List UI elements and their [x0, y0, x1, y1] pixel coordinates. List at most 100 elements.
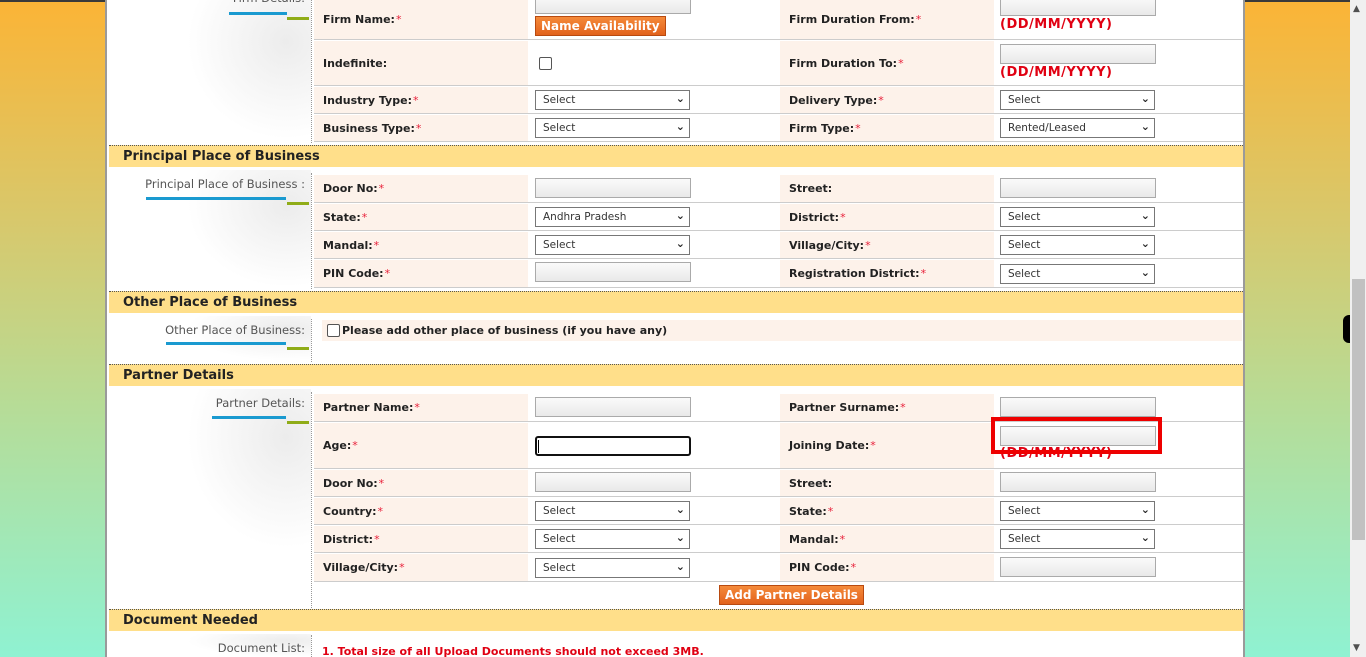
partner-district-label: District: * [314, 526, 528, 552]
district-select[interactable]: Select ⌄ [1000, 207, 1155, 227]
firm-duration-to-label: Firm Duration To: * [780, 41, 994, 85]
highlight-box [991, 417, 1162, 454]
registration-district-select[interactable]: Select ⌄ [1000, 264, 1155, 284]
name-availability-button[interactable]: Name Availability [535, 16, 666, 36]
partner-name-label: Partner Name: * [314, 394, 528, 421]
partner-pin-code-input[interactable] [1000, 557, 1156, 577]
door-no-label: Door No: * [314, 175, 528, 202]
row-country-state: Country: * Select ⌄ State: * Select ⌄ [314, 497, 1243, 525]
industry-type-select[interactable]: Select ⌄ [535, 90, 690, 110]
state-select[interactable]: Andhra Pradesh ⌄ [535, 207, 690, 227]
country-select[interactable]: Select ⌄ [535, 501, 690, 521]
partner-district-select[interactable]: Select ⌄ [535, 529, 690, 549]
age-input[interactable] [535, 436, 691, 456]
column-divider [311, 319, 312, 362]
partner-door-no-input[interactable] [535, 472, 691, 492]
door-no-input[interactable] [535, 178, 691, 198]
other-place-checkbox-label[interactable]: Please add other place of business (if y… [342, 324, 667, 337]
add-partner-details-button[interactable]: Add Partner Details [719, 585, 864, 605]
street-label: Street: [780, 175, 994, 202]
age-label: Age: * [314, 423, 528, 468]
district-label: District: * [780, 204, 994, 230]
row-state-district: State: * Andhra Pradesh ⌄ District: * Selec… [314, 203, 1243, 231]
firm-name-input[interactable] [535, 0, 691, 14]
blue-underline [229, 12, 287, 15]
business-type-label: Business Type: * [314, 115, 528, 141]
vertical-scrollbar[interactable]: ▲ ▼ [1350, 0, 1366, 657]
blue-underline [212, 416, 286, 419]
partner-village-city-select[interactable]: Select ⌄ [535, 558, 690, 578]
document-note: 1. Total size of all Upload Documents sh… [322, 645, 704, 657]
firm-duration-from-label: Firm Duration From: * [780, 0, 994, 39]
joining-date-label: Joining Date: * [780, 423, 994, 468]
scrollbar-thumb[interactable] [1352, 279, 1365, 540]
village-city-select[interactable]: Select ⌄ [1000, 235, 1155, 255]
chevron-down-icon: ⌄ [675, 120, 685, 133]
scroll-up-icon[interactable]: ▲ [1353, 4, 1360, 14]
text-cursor [538, 440, 539, 453]
other-place-side-label: Other Place of Business: [165, 323, 305, 337]
firm-duration-from-input[interactable] [1000, 0, 1156, 16]
row-business-type: Business Type: * Select ⌄ Firm Type: * Rent… [314, 114, 1243, 142]
state-label: State: * [314, 204, 528, 230]
indefinite-checkbox[interactable] [539, 57, 552, 70]
other-place-checkbox[interactable] [327, 324, 340, 337]
chevron-down-icon: ⌄ [675, 237, 685, 250]
chevron-down-icon: ⌄ [1140, 92, 1150, 105]
date-format-hint: (DD/MM/YYYY) [1000, 17, 1113, 32]
row-industry-type: Industry Type: * Select ⌄ Delivery Type: * … [314, 86, 1243, 114]
column-divider [311, 635, 312, 657]
row-age-joining: Age: * Joining Date: * (DD/MM/YYYY) [314, 417, 1243, 469]
firm-duration-to-input[interactable] [1000, 44, 1156, 64]
date-format-hint: (DD/MM/YYYY) [1000, 65, 1113, 80]
registration-district-label: Registration District: * [780, 260, 994, 287]
indefinite-label: Indefinite: [314, 41, 528, 85]
partner-details-header: Partner Details [109, 364, 1243, 386]
street-input[interactable] [1000, 178, 1156, 198]
scroll-down-icon[interactable]: ▼ [1353, 643, 1360, 653]
pin-code-input[interactable] [535, 262, 691, 282]
green-underline [287, 17, 309, 20]
blue-underline [146, 197, 286, 200]
industry-type-label: Industry Type: * [314, 87, 528, 113]
pin-code-label: PIN Code: * [314, 260, 528, 287]
feedback-side-tab[interactable] [1343, 315, 1350, 343]
row-indefinite: Indefinite: Firm Duration To: * (DD/MM/YY… [314, 40, 1243, 86]
village-city-label: Village/City: * [780, 232, 994, 258]
partner-pin-code-label: PIN Code: * [780, 554, 994, 581]
firm-type-select[interactable]: Rented/Leased ⌄ [1000, 118, 1155, 138]
green-underline [287, 202, 309, 205]
row-mandal-village: Mandal: * Select ⌄ Village/City: * Select ⌄ [314, 231, 1243, 259]
principal-place-header: Principal Place of Business [109, 145, 1243, 167]
principal-place-side-label: Principal Place of Business : [145, 177, 305, 191]
mandal-select[interactable]: Select ⌄ [535, 235, 690, 255]
chevron-down-icon: ⌄ [675, 209, 685, 222]
row-firm-name: Firm Name: * Name Availability Firm Durat… [314, 0, 1243, 40]
chevron-down-icon: ⌄ [675, 560, 685, 573]
chevron-down-icon: ⌄ [1140, 531, 1150, 544]
partner-mandal-label: Mandal: * [780, 526, 994, 552]
partner-village-city-label: Village/City: * [314, 554, 528, 581]
chevron-down-icon: ⌄ [675, 92, 685, 105]
row-district-mandal: District: * Select ⌄ Mandal: * Select ⌄ [314, 525, 1243, 553]
chevron-down-icon: ⌄ [1140, 120, 1150, 133]
chevron-down-icon: ⌄ [1140, 209, 1150, 222]
row-pin-registration: PIN Code: * Registration District: * Selec… [314, 259, 1243, 288]
partner-mandal-select[interactable]: Select ⌄ [1000, 529, 1155, 549]
partner-state-select[interactable]: Select ⌄ [1000, 501, 1155, 521]
chevron-down-icon: ⌄ [1140, 237, 1150, 250]
side-shade [187, 389, 311, 549]
green-underline [287, 421, 309, 424]
partner-surname-input[interactable] [1000, 397, 1156, 417]
partner-street-label: Street: [780, 470, 994, 496]
row-door-street: Door No: * Street: [314, 175, 1243, 203]
country-label: Country: * [314, 498, 528, 524]
delivery-type-select[interactable]: Select ⌄ [1000, 90, 1155, 110]
partner-street-input[interactable] [1000, 472, 1156, 492]
row-village-pin: Village/City: * Select ⌄ PIN Code: * [314, 553, 1243, 582]
firm-details-side-label: Firm Details: [107, 0, 311, 5]
partner-door-no-label: Door No: * [314, 470, 528, 496]
other-place-header: Other Place of Business [109, 291, 1243, 313]
business-type-select[interactable]: Select ⌄ [535, 118, 690, 138]
partner-name-input[interactable] [535, 397, 691, 417]
